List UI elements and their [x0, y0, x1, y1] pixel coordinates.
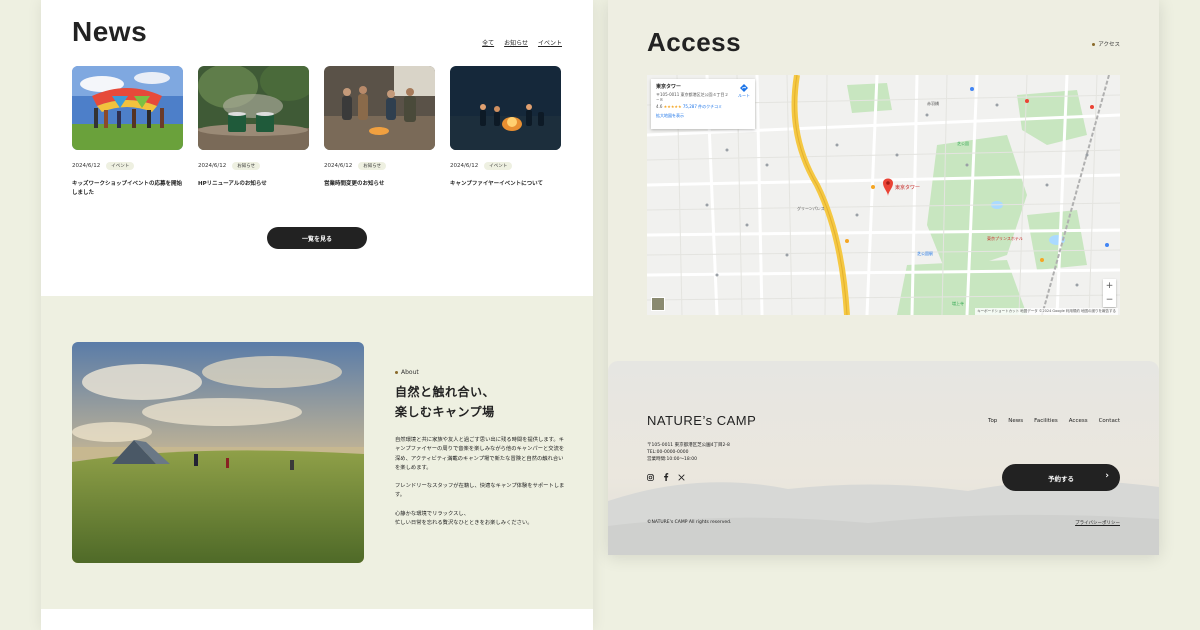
footer-nav-top[interactable]: Top [988, 418, 997, 424]
news-grid: 2024/6/12 イベント キッズワークショップイベントの応募を開始しました [72, 66, 562, 198]
enlarge-map-link[interactable]: 拡大地図を表示 [656, 113, 750, 119]
about-heading: 自然と触れ合い、 楽しむキャンプ場 [395, 383, 495, 423]
map-label: 東京プリンスホテル [987, 235, 1023, 241]
news-meta: 2024/6/12 お知らせ [198, 162, 309, 170]
map-label: 赤羽橋 [927, 100, 939, 106]
rating-value: 4.6 [656, 104, 663, 110]
news-headline: 営業時間変更のお知らせ [324, 181, 385, 187]
access-title: Access [647, 27, 742, 57]
right-panel: Access アクセス 東京タワー 芝公園 東京プリンスホテル 増上寺 グリーン… [608, 0, 1159, 555]
news-card[interactable]: 2024/6/12 イベント キャンプファイヤーイベントについて [450, 66, 561, 198]
left-panel: News 全て お知らせ イベント 2024/6/12 イベント キッズワークシ… [41, 0, 593, 630]
news-date: 2024/6/12 [72, 163, 101, 169]
map-place-card: 東京タワー 〒105-0011 東京都港区芝公園４丁目２−８ 4.6 ★★★★★… [651, 79, 755, 129]
directions-icon [740, 84, 748, 92]
news-tag: イベント [484, 162, 513, 170]
privacy-policy-link[interactable]: プライバシーポリシー [1075, 520, 1120, 526]
news-date: 2024/6/12 [450, 163, 479, 169]
about-heading-line: 自然と触れ合い、 [395, 385, 496, 399]
news-thumbnail-mugs [198, 66, 309, 150]
review-count-link[interactable]: 75,287 件のクチコミ [683, 104, 722, 109]
about-paragraph: フレンドリーなスタッフが在籍し、快適なキャンプ体験をサポートします。 [395, 483, 565, 499]
news-date: 2024/6/12 [198, 163, 227, 169]
news-filters: 全て お知らせ イベント [482, 38, 562, 47]
footer-logo[interactable]: NATURE’s CAMP [647, 413, 756, 428]
about-paragraph: 心静かな環境でリラックスし、忙しい日常を忘れる贅沢なひとときをお楽しみください。 [395, 510, 565, 529]
rating-stars: ★★★★★ [663, 104, 682, 110]
route-label: ルート [738, 93, 750, 98]
dot-icon [395, 371, 398, 374]
about-label: About [395, 369, 419, 376]
footer-social-links [647, 473, 685, 481]
dot-icon [1092, 43, 1096, 46]
filter-all[interactable]: 全て [482, 38, 494, 47]
news-thumbnail-campfire-night [450, 66, 561, 150]
site-footer: NATURE’s CAMP Top News Facilities Access… [608, 361, 1159, 555]
filter-event[interactable]: イベント [538, 38, 562, 47]
x-icon[interactable] [678, 473, 685, 481]
map-place-rating: 4.6 ★★★★★ 75,287 件のクチコミ [656, 104, 750, 110]
zoom-out-button[interactable]: − [1106, 295, 1114, 305]
map-label: 芝公園 [957, 140, 969, 146]
access-label-text: アクセス [1098, 42, 1120, 48]
instagram-icon[interactable] [647, 473, 654, 481]
map-label-tokyo-tower: 東京タワー [895, 184, 920, 191]
news-meta: 2024/6/12 イベント [450, 162, 561, 170]
view-all-news-button[interactable]: 一覧を見る [267, 227, 367, 249]
news-tag: お知らせ [358, 162, 387, 170]
footer-nav-contact[interactable]: Contact [1099, 418, 1120, 424]
google-map[interactable]: 東京タワー 芝公園 東京プリンスホテル 増上寺 グリーンパレス 赤羽橋 芝公園駅… [647, 75, 1120, 315]
about-paragraph: 自然環境と共に家族や友人と過ごす思い出に残る時間を提供します。キャンプファイヤー… [395, 437, 565, 471]
news-tag: イベント [106, 162, 135, 170]
filter-notice[interactable]: お知らせ [504, 38, 528, 47]
map-place-name: 東京タワー [656, 84, 682, 90]
map-zoom-control: + − [1103, 279, 1116, 307]
reserve-button-label: 予約する [1048, 474, 1074, 483]
footer-nav-facilities[interactable]: Facilities [1034, 418, 1058, 424]
about-heading-line: 楽しむキャンプ場 [395, 404, 495, 419]
about-photo-camp-field [72, 342, 364, 563]
footer-nav-access[interactable]: Access [1069, 418, 1088, 424]
news-meta: 2024/6/12 イベント [72, 162, 183, 170]
footer-nav-news[interactable]: News [1008, 418, 1023, 424]
map-label: グリーンパレス [797, 205, 825, 211]
chevron-right-icon: › [1105, 471, 1109, 481]
news-card[interactable]: 2024/6/12 お知らせ HPリニューアルのお知らせ [198, 66, 309, 198]
news-meta: 2024/6/12 お知らせ [324, 162, 435, 170]
map-place-address: 〒105-0011 東京都港区芝公園４丁目２−８ [656, 92, 729, 103]
map-label: 増上寺 [952, 300, 964, 306]
zoom-in-button[interactable]: + [1106, 281, 1114, 291]
footer-contact-info: 〒105-0011 東京都港区芝公園4丁目2-8 TEL:00-0000-000… [647, 442, 730, 464]
news-date: 2024/6/12 [324, 163, 353, 169]
news-headline: キャンプファイヤーイベントについて [450, 181, 544, 187]
news-card[interactable]: 2024/6/12 お知らせ 営業時間変更のお知らせ [324, 66, 435, 198]
news-title: News [72, 16, 148, 47]
about-paragraph-line: 心静かな環境でリラックスし、 [395, 510, 469, 517]
about-paragraph-line: 忙しい日常を忘れる贅沢なひとときをお楽しみください。 [395, 519, 533, 526]
map-label: 芝公園駅 [917, 250, 933, 256]
footer-nav: Top News Facilities Access Contact [988, 418, 1120, 424]
news-thumbnail-kids-workshop [72, 66, 183, 150]
footer-hours: 営業時間:10:00〜18:00 [647, 457, 697, 463]
access-label: アクセス [1092, 40, 1120, 48]
about-label-text: About [401, 369, 419, 376]
about-section: About 自然と触れ合い、 楽しむキャンプ場 自然環境と共に家族や友人と過ごす… [41, 296, 593, 609]
route-button[interactable]: ルート [738, 84, 750, 99]
map-attribution: キーボードショートカット 地図データ ©2024 Google 利用規約 地図の… [975, 308, 1118, 315]
footer-tel: TEL:00-0000-0000 [647, 450, 689, 456]
news-thumbnail-campfire-group [324, 66, 435, 150]
footer-address: 〒105-0011 東京都港区芝公園4丁目2-8 [647, 443, 730, 448]
news-card[interactable]: 2024/6/12 イベント キッズワークショップイベントの応募を開始しました [72, 66, 183, 198]
about-body: 自然環境と共に家族や友人と過ごす思い出に残る時間を提供します。キャンプファイヤー… [395, 436, 565, 537]
news-headline: HPリニューアルのお知らせ [198, 181, 267, 187]
news-headline: キッズワークショップイベントの応募を開始しました [72, 181, 183, 196]
map-layer-toggle[interactable] [651, 297, 665, 311]
reserve-button[interactable]: 予約する › [1002, 464, 1120, 491]
footer-copyright: ©NATURE's CAMP All rights reserved. [647, 520, 732, 525]
news-tag: お知らせ [232, 162, 261, 170]
facebook-icon[interactable] [663, 473, 669, 481]
